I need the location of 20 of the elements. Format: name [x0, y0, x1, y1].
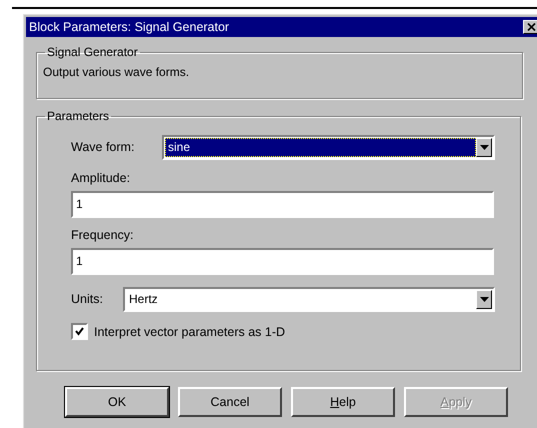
group-title: Parameters	[46, 109, 110, 123]
field-label: Amplitude:	[71, 171, 132, 187]
dialog-button[interactable]: Help	[291, 387, 395, 417]
checkbox-label: Interpret vector parameters as 1-D	[94, 324, 286, 338]
close-button[interactable]	[523, 20, 537, 34]
dialog-button[interactable]: Cancel	[178, 387, 282, 417]
checkbox[interactable]	[71, 323, 88, 340]
group-title: Signal Generator	[46, 45, 139, 59]
input-field[interactable]: 1	[71, 248, 494, 275]
close-icon	[526, 23, 536, 31]
dropdown-field[interactable]: sine	[162, 134, 495, 160]
dropdown-field[interactable]: Hertz	[123, 286, 495, 312]
input-field[interactable]: 1	[71, 191, 494, 218]
check-icon	[75, 327, 84, 336]
description-text: Output various wave forms.	[42, 64, 190, 79]
field-label: Frequency:	[71, 228, 135, 244]
window-title: Block Parameters: Signal Generator	[29, 20, 230, 34]
dialog-button[interactable]: OK	[65, 387, 169, 417]
field-label: Units:	[71, 292, 104, 306]
field-label: Wave form:	[71, 140, 136, 154]
